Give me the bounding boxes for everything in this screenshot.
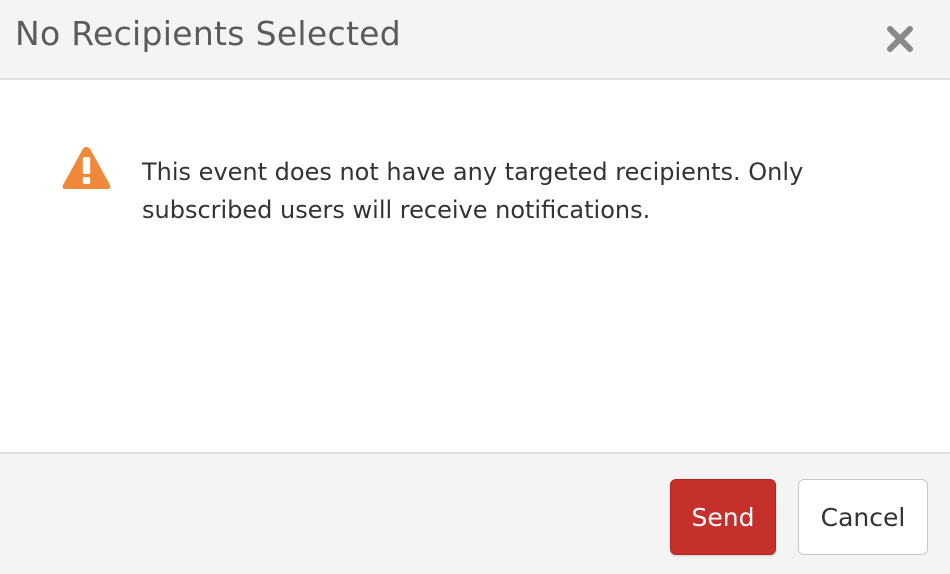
dialog-title: No Recipients Selected [15,14,402,53]
warning-message: This event does not have any targeted re… [142,158,804,224]
warning-triangle-icon [62,147,111,189]
modal-dialog: No Recipients Selected This event does n… [0,0,950,574]
dialog-header: No Recipients Selected [0,0,950,80]
dialog-body: This event does not have any targeted re… [0,80,950,452]
close-button[interactable] [883,22,917,56]
close-icon [887,26,913,52]
send-button[interactable]: Send [670,479,776,555]
cancel-button[interactable]: Cancel [798,479,928,555]
dialog-footer: Send Cancel [0,452,950,574]
